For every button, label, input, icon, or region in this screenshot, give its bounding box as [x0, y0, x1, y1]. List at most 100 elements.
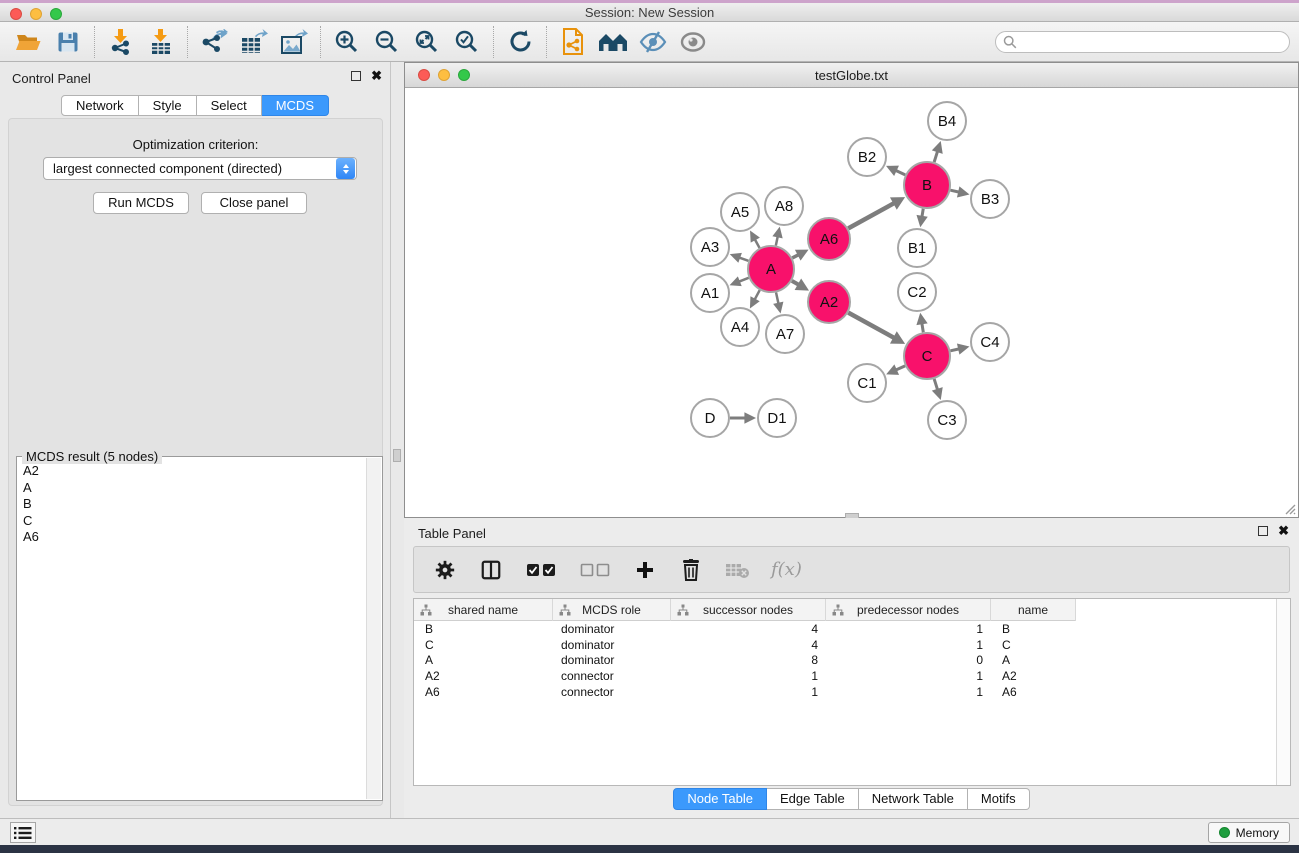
save-session-button[interactable] [48, 25, 88, 59]
graph-edge[interactable] [792, 281, 799, 285]
float-panel-icon[interactable] [351, 71, 361, 81]
column-header-shared-name[interactable]: shared name [414, 599, 553, 621]
list-item[interactable]: A6 [20, 529, 362, 546]
function-builder-button[interactable]: f(x) [771, 559, 802, 580]
search-icon [1003, 35, 1017, 49]
table-row[interactable]: A6connector11A6 [414, 684, 1276, 700]
graph-edge[interactable] [848, 203, 894, 228]
graph-edge[interactable] [776, 236, 778, 245]
graph-edge[interactable] [848, 313, 894, 338]
memory-button[interactable]: Memory [1208, 822, 1290, 843]
tab-network[interactable]: Network [61, 95, 139, 116]
graph-edge[interactable] [922, 209, 923, 217]
list-item[interactable]: B [20, 496, 362, 513]
tab-mcds[interactable]: MCDS [262, 95, 329, 116]
list-item[interactable]: C [20, 513, 362, 530]
export-image-button[interactable] [274, 25, 314, 59]
network-window-titlebar[interactable]: testGlobe.txt [405, 63, 1298, 88]
close-panel-button[interactable]: Close panel [201, 192, 307, 214]
criterion-select[interactable]: largest connected component (directed) [43, 157, 357, 180]
task-history-button[interactable] [10, 822, 36, 843]
toolbar-search[interactable] [995, 31, 1290, 53]
zoom-fit-button[interactable] [407, 25, 447, 59]
graph-edge[interactable] [934, 151, 937, 162]
graph-node-label: B2 [858, 149, 876, 166]
tab-edge-table[interactable]: Edge Table [767, 788, 859, 810]
list-item[interactable]: A2 [20, 463, 362, 480]
node-table: shared name MCDS role successor nodes pr… [413, 598, 1291, 786]
zoom-out-button[interactable] [367, 25, 407, 59]
show-graphics-details-button[interactable] [673, 25, 713, 59]
tab-network-table[interactable]: Network Table [859, 788, 968, 810]
deselect-all-columns-button[interactable] [579, 558, 611, 582]
network-canvas[interactable]: B4B2BB3A5A8A6A3B1AA1C2A2A4A7C4CC1C3DD1 [405, 88, 1298, 517]
graph-edge[interactable] [896, 366, 905, 370]
mcds-result-list: A2 A B C A6 [20, 463, 362, 797]
table-row[interactable]: Adominator80A [414, 653, 1276, 669]
graph-edge[interactable] [739, 258, 748, 261]
splitter-handle[interactable] [393, 449, 401, 462]
graph-node-label: A3 [701, 239, 719, 256]
delete-table-button[interactable] [725, 558, 749, 582]
column-header-name[interactable]: name [991, 599, 1076, 621]
list-scrollbar[interactable] [366, 458, 381, 799]
export-table-button[interactable] [234, 25, 274, 59]
refresh-button[interactable] [500, 25, 540, 59]
show-column-panel-button[interactable] [479, 558, 503, 582]
mcds-panel: Optimization criterion: largest connecte… [8, 118, 383, 806]
run-mcds-button[interactable]: Run MCDS [93, 192, 189, 214]
graph-node-label: A [766, 261, 776, 278]
close-panel-icon[interactable]: ✖ [371, 71, 382, 81]
graph-edge[interactable] [755, 290, 760, 299]
import-network-button[interactable] [101, 25, 141, 59]
zoom-selected-button[interactable] [447, 25, 487, 59]
graph-edge-arrowhead [932, 387, 943, 400]
close-panel-icon[interactable]: ✖ [1278, 526, 1289, 536]
graph-node-label: B [922, 177, 932, 194]
open-file-button[interactable] [8, 25, 48, 59]
tab-select[interactable]: Select [197, 95, 262, 116]
table-row[interactable]: Bdominator41B [414, 621, 1276, 637]
delete-column-button[interactable] [679, 558, 703, 582]
graph-node-label: A1 [701, 285, 719, 302]
birds-eye-view-button[interactable] [593, 25, 633, 59]
column-header-successor-nodes[interactable]: successor nodes [671, 599, 826, 621]
column-header-predecessor-nodes[interactable]: predecessor nodes [826, 599, 991, 621]
graph-edge[interactable] [792, 255, 798, 258]
graph-edge[interactable] [896, 170, 906, 174]
graph-edge[interactable] [922, 323, 923, 332]
table-scrollbar[interactable] [1276, 599, 1290, 785]
export-network-button[interactable] [194, 25, 234, 59]
select-all-columns-button[interactable] [525, 558, 557, 582]
graph-edge[interactable] [776, 292, 778, 303]
network-graph[interactable]: B4B2BB3A5A8A6A3B1AA1C2A2A4A7C4CC1C3DD1 [405, 88, 1298, 517]
graph-edge[interactable] [950, 349, 959, 351]
table-body: Bdominator41B Cdominator41C Adominator80… [414, 621, 1276, 700]
column-header-mcds-role[interactable]: MCDS role [553, 599, 671, 621]
import-network-icon [108, 28, 134, 55]
search-input[interactable] [1021, 35, 1289, 49]
resize-grip-icon[interactable] [1283, 502, 1296, 515]
graph-edge-arrowhead [730, 253, 742, 263]
tab-style[interactable]: Style [139, 95, 197, 116]
open-session-from-ndex-button[interactable] [553, 25, 593, 59]
float-panel-icon[interactable] [1258, 526, 1268, 536]
graph-edge[interactable] [950, 190, 959, 192]
column-type-icon [677, 604, 689, 616]
zoom-in-button[interactable] [327, 25, 367, 59]
main-titlebar: Session: New Session [0, 3, 1299, 22]
create-column-button[interactable] [633, 558, 657, 582]
graph-edge[interactable] [934, 379, 937, 390]
tab-motifs[interactable]: Motifs [968, 788, 1030, 810]
list-item[interactable]: A [20, 480, 362, 497]
graph-edge[interactable] [755, 239, 760, 248]
table-row[interactable]: Cdominator41C [414, 637, 1276, 653]
tab-node-table[interactable]: Node Table [673, 788, 767, 810]
hide-graphics-details-button[interactable] [633, 25, 673, 59]
table-row[interactable]: A2connector11A2 [414, 668, 1276, 684]
trash-icon [681, 559, 701, 581]
table-settings-button[interactable] [433, 558, 457, 582]
graph-edge[interactable] [739, 278, 749, 282]
import-table-button[interactable] [141, 25, 181, 59]
network-view-window: testGlobe.txt B4B2BB3A5A8A6A3B1AA1C2A2A4… [404, 62, 1299, 518]
